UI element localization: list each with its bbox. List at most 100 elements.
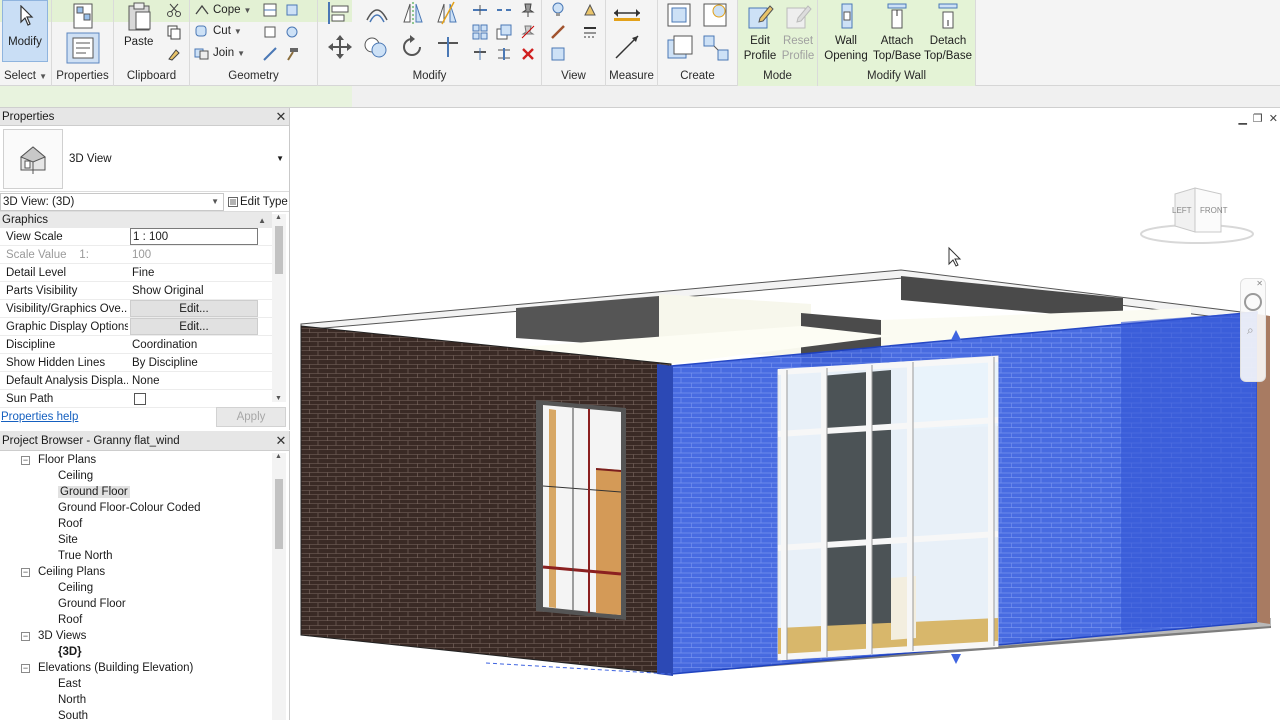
cut-button[interactable]: Cut ▼ — [194, 23, 242, 39]
collapse-toggle-icon[interactable]: − — [21, 663, 30, 673]
tree-item[interactable]: − Elevations (Building Elevation) — [21, 660, 193, 676]
match-properties-icon[interactable] — [166, 46, 182, 62]
create-group-icon[interactable] — [666, 34, 694, 62]
collapse-toggle-icon[interactable]: − — [21, 567, 30, 577]
building-model[interactable] — [291, 108, 1280, 720]
offset-icon[interactable] — [364, 0, 390, 26]
split-face-icon[interactable] — [284, 2, 300, 18]
select-dropdown[interactable]: Select ▼ — [0, 70, 51, 82]
properties-scrollbar[interactable]: ▲ ▼ — [272, 214, 286, 402]
join-button[interactable]: Join ▼ — [194, 45, 245, 61]
tree-item[interactable]: North — [58, 692, 86, 708]
scroll-up-icon[interactable]: ▲ — [275, 453, 282, 460]
tree-item[interactable]: − Ceiling Plans — [21, 564, 105, 580]
trim-extend-icon[interactable] — [434, 33, 462, 61]
properties-icon[interactable] — [66, 32, 100, 64]
detach-top-base-button[interactable]: Detach Top/Base — [922, 0, 974, 64]
view-scale-field[interactable]: 1 : 100 — [130, 228, 258, 245]
apply-button[interactable]: Apply — [216, 407, 286, 427]
pin-icon[interactable] — [520, 2, 536, 18]
demolish-icon[interactable] — [262, 24, 278, 40]
delete-icon[interactable] — [520, 46, 536, 62]
scale-icon[interactable] — [496, 24, 512, 40]
tree-item[interactable]: Ceiling — [58, 468, 93, 484]
edit-type-button[interactable]: Edit Type — [228, 196, 288, 208]
hidden-lines-field[interactable]: By Discipline — [130, 354, 258, 371]
type-selector[interactable]: 3D View ▼ — [0, 126, 289, 192]
split-gap-icon[interactable] — [496, 2, 512, 18]
close-icon[interactable]: ✕ — [273, 433, 289, 449]
align-icon[interactable] — [326, 0, 352, 26]
create-assembly-icon[interactable] — [666, 2, 692, 28]
graphic-display-edit-button[interactable]: Edit... — [130, 318, 258, 335]
viewcube-left-face[interactable]: LEFT — [1172, 206, 1192, 215]
visibility-graphics-edit-button[interactable]: Edit... — [130, 300, 258, 317]
scroll-thumb[interactable] — [275, 226, 283, 274]
linework-icon[interactable] — [550, 24, 566, 40]
curtain-wall[interactable] — [777, 355, 999, 661]
paint-icon[interactable] — [284, 24, 300, 40]
steering-wheel-icon[interactable] — [1244, 293, 1262, 311]
type-properties-icon[interactable] — [68, 2, 98, 30]
rotate-icon[interactable] — [398, 33, 426, 61]
line-styles-icon[interactable] — [582, 24, 598, 40]
project-browser-scrollbar[interactable]: ▲ — [272, 453, 286, 720]
unpin-icon[interactable] — [520, 24, 536, 40]
tree-item[interactable]: Ground Floor — [58, 596, 126, 612]
close-icon[interactable]: ✕ — [273, 109, 289, 125]
viewcube-front-face[interactable]: FRONT — [1200, 206, 1228, 215]
trim-single-icon[interactable] — [472, 46, 488, 62]
tree-item[interactable]: − Floor Plans — [21, 452, 96, 468]
parts-visibility-field[interactable]: Show Original — [130, 282, 258, 299]
tree-item[interactable]: True North — [58, 548, 113, 564]
copy-elements-icon[interactable] — [362, 33, 390, 61]
wall-joins-icon[interactable] — [262, 2, 278, 18]
scissors-icon[interactable] — [166, 2, 182, 18]
cope-button[interactable]: Cope ▼ — [194, 2, 251, 18]
sun-path-checkbox[interactable] — [134, 392, 146, 405]
align-dims-icon[interactable] — [262, 46, 278, 62]
trim-multiple-icon[interactable] — [496, 46, 512, 62]
tree-item[interactable]: {3D} — [58, 644, 82, 660]
tree-item[interactable]: Roof — [58, 516, 82, 532]
tree-item[interactable]: East — [58, 676, 81, 692]
tree-item[interactable]: Ground Floor — [58, 484, 130, 500]
copy-icon[interactable] — [166, 24, 182, 40]
hide-element-icon[interactable] — [550, 46, 566, 62]
create-parts-icon[interactable] — [702, 2, 728, 28]
discipline-field[interactable]: Coordination — [130, 336, 258, 353]
3d-view-canvas[interactable]: ▁ ❐ ✕ LEFT FRONT ⌕ ✕ — [291, 108, 1280, 720]
scroll-down-icon[interactable]: ▼ — [275, 395, 282, 402]
create-similar-icon[interactable] — [702, 34, 730, 62]
properties-help-link[interactable]: Properties help — [0, 411, 78, 423]
tree-item[interactable]: Ceiling — [58, 580, 93, 596]
collapse-toggle-icon[interactable]: − — [21, 455, 30, 465]
detail-level-field[interactable]: Fine — [130, 264, 258, 281]
paste-icon[interactable] — [126, 2, 154, 32]
tree-item[interactable]: −3D Views — [21, 628, 86, 644]
graphics-section-header[interactable]: Graphics ▲ — [0, 212, 272, 228]
move-icon[interactable] — [326, 33, 354, 61]
mirror-axis-icon[interactable] — [400, 0, 426, 26]
scroll-up-icon[interactable]: ▲ — [275, 214, 282, 221]
scroll-thumb[interactable] — [275, 479, 283, 549]
navbar-close-icon[interactable]: ✕ — [1256, 279, 1263, 288]
drag-arrow-bottom-icon[interactable] — [951, 654, 961, 664]
modify-button[interactable]: Modify — [2, 0, 48, 62]
mirror-draw-icon[interactable] — [434, 0, 460, 26]
attach-top-base-button[interactable]: Attach Top/Base — [872, 0, 922, 64]
analysis-display-field[interactable]: None — [130, 372, 258, 389]
tree-item[interactable]: Ground Floor-Colour Coded — [58, 500, 201, 516]
collapse-toggle-icon[interactable]: − — [21, 631, 30, 641]
override-graphics-icon[interactable] — [582, 2, 598, 18]
hammer-icon[interactable] — [284, 46, 300, 62]
split-element-icon[interactable] — [472, 2, 488, 18]
lightbulb-icon[interactable] — [550, 2, 566, 18]
measure-distance-icon[interactable] — [612, 4, 642, 22]
array-icon[interactable] — [472, 24, 488, 40]
chevron-down-icon[interactable]: ▼ — [276, 154, 284, 163]
aligned-dimension-icon[interactable] — [612, 32, 642, 62]
edit-profile-button[interactable]: Edit Profile — [740, 0, 780, 64]
tree-item[interactable]: South — [58, 708, 88, 720]
zoom-icon[interactable]: ⌕ — [1247, 323, 1254, 338]
